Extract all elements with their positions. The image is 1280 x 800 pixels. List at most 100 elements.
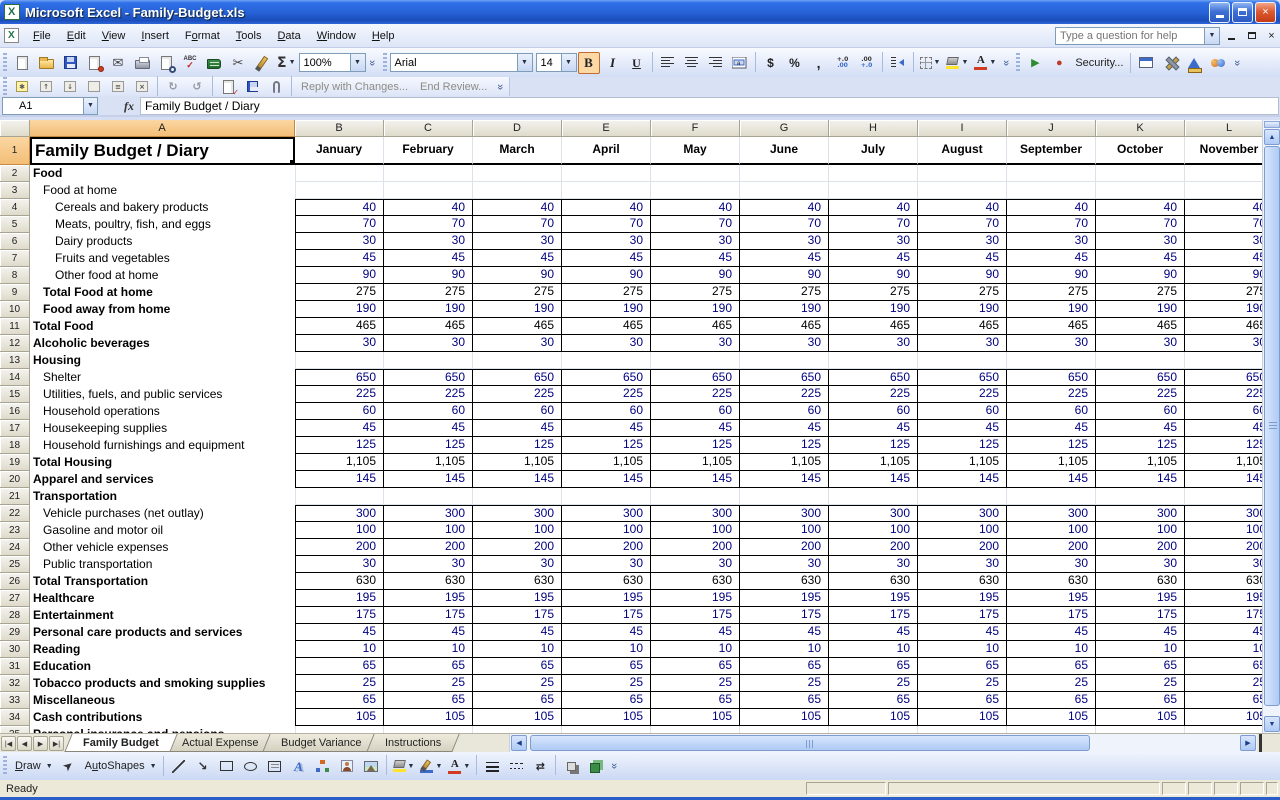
cell-H11[interactable]: 465 [829,318,918,335]
cell-C1[interactable]: February [384,137,473,165]
cell-L18[interactable]: 125 [1185,437,1262,454]
format-painter-icon[interactable] [251,52,273,74]
cell-B26[interactable]: 630 [295,573,384,590]
cell-I30[interactable]: 10 [918,641,1007,658]
cell-L34[interactable]: 105 [1185,709,1262,726]
cell-H31[interactable]: 65 [829,658,918,675]
cell-D30[interactable]: 10 [473,641,562,658]
cell-B22[interactable]: 300 [295,505,384,522]
cell-C13[interactable] [384,352,473,369]
toolbar-options-icon[interactable] [607,754,621,778]
toolbar-options-icon[interactable] [493,75,507,99]
fill-color-icon[interactable]: ▼ [944,52,970,74]
cell-E21[interactable] [562,488,651,505]
cell-E27[interactable]: 195 [562,590,651,607]
cell-G19[interactable]: 1,105 [740,454,829,471]
cell-J27[interactable]: 195 [1007,590,1096,607]
cell-C31[interactable]: 65 [384,658,473,675]
cell-K34[interactable]: 105 [1096,709,1185,726]
cell-K23[interactable]: 100 [1096,522,1185,539]
cell-A29[interactable]: Personal care products and services [30,624,295,641]
column-header-L[interactable]: L [1185,120,1262,137]
dash-style-icon[interactable] [505,755,527,777]
cell-A2[interactable]: Food [30,165,295,182]
cell-J6[interactable]: 30 [1007,233,1096,250]
toolbar-drag-handle[interactable] [3,52,7,73]
row-header-23[interactable]: 23 [0,522,30,539]
cell-B16[interactable]: 60 [295,403,384,420]
cell-L11[interactable]: 465 [1185,318,1262,335]
cell-I1[interactable]: August [918,137,1007,165]
cell-H35[interactable] [829,726,918,733]
rect-icon[interactable] [216,755,238,777]
cell-K32[interactable]: 25 [1096,675,1185,692]
cell-B24[interactable]: 200 [295,539,384,556]
cell-D26[interactable]: 630 [473,573,562,590]
cell-B17[interactable]: 45 [295,420,384,437]
cell-I20[interactable]: 145 [918,471,1007,488]
draw-menu-button[interactable]: Draw ▼ [11,755,55,777]
cell-G2[interactable] [740,165,829,182]
cell-D11[interactable]: 465 [473,318,562,335]
cell-F14[interactable]: 650 [651,369,740,386]
cell-E32[interactable]: 25 [562,675,651,692]
cell-C22[interactable]: 300 [384,505,473,522]
cell-G11[interactable]: 465 [740,318,829,335]
cell-K10[interactable]: 190 [1096,301,1185,318]
workbook-close-button[interactable]: × [1263,28,1280,44]
cell-I13[interactable] [918,352,1007,369]
cell-C29[interactable]: 45 [384,624,473,641]
cell-F12[interactable]: 30 [651,335,740,352]
cell-I10[interactable]: 190 [918,301,1007,318]
cell-F24[interactable]: 200 [651,539,740,556]
cell-H21[interactable] [829,488,918,505]
menu-insert[interactable]: Insert [133,26,177,46]
menu-format[interactable]: Format [177,26,228,46]
cell-E30[interactable]: 10 [562,641,651,658]
row-header-4[interactable]: 4 [0,199,30,216]
cell-I34[interactable]: 105 [918,709,1007,726]
cell-L8[interactable]: 90 [1185,267,1262,284]
row-header-6[interactable]: 6 [0,233,30,250]
cell-L12[interactable]: 30 [1185,335,1262,352]
cell-D17[interactable]: 45 [473,420,562,437]
cell-F25[interactable]: 30 [651,556,740,573]
column-header-F[interactable]: F [651,120,740,137]
row-header-1[interactable]: 1 [0,137,30,165]
cell-K19[interactable]: 1,105 [1096,454,1185,471]
clipart-icon[interactable] [336,755,358,777]
cell-F2[interactable] [651,165,740,182]
cell-A7[interactable]: Fruits and vegetables [30,250,295,267]
cell-D16[interactable]: 60 [473,403,562,420]
permission-icon[interactable] [83,52,105,74]
sheet-tab-instructions[interactable]: Instructions [366,734,460,752]
cell-K24[interactable]: 200 [1096,539,1185,556]
font-color-icon[interactable]: A ▼ [972,52,998,74]
row-header-8[interactable]: 8 [0,267,30,284]
cell-A25[interactable]: Public transportation [30,556,295,573]
cell-F31[interactable]: 65 [651,658,740,675]
cell-H8[interactable]: 90 [829,267,918,284]
cell-B23[interactable]: 100 [295,522,384,539]
cell-J14[interactable]: 650 [1007,369,1096,386]
cell-C4[interactable]: 40 [384,199,473,216]
cell-G4[interactable]: 40 [740,199,829,216]
cell-E12[interactable]: 30 [562,335,651,352]
cell-F3[interactable] [651,182,740,199]
cell-D22[interactable]: 300 [473,505,562,522]
cell-C20[interactable]: 145 [384,471,473,488]
script-editor-icon[interactable] [1207,52,1229,74]
align-center-icon[interactable] [681,52,703,74]
cell-C11[interactable]: 465 [384,318,473,335]
cell-D6[interactable]: 30 [473,233,562,250]
cell-A14[interactable]: Shelter [30,369,295,386]
cell-E23[interactable]: 100 [562,522,651,539]
row-header-15[interactable]: 15 [0,386,30,403]
cell-H25[interactable]: 30 [829,556,918,573]
cell-A8[interactable]: Other food at home [30,267,295,284]
cell-A26[interactable]: Total Transportation [30,573,295,590]
column-header-J[interactable]: J [1007,120,1096,137]
cell-D9[interactable]: 275 [473,284,562,301]
cell-C27[interactable]: 195 [384,590,473,607]
insert-function-icon[interactable]: fx [124,100,134,112]
